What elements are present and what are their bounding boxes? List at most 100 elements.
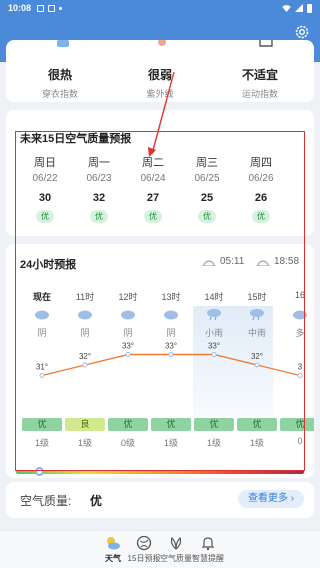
air-day-item[interactable]: 周三 06/25 25 优 [185,154,229,224]
battery-icon [307,3,312,13]
index-uv[interactable]: 很弱 紫外线 [110,66,210,100]
hour-wind-level: 1级 [77,438,92,448]
hour-time: 12时 [118,292,138,302]
hour-time: 13时 [161,292,181,302]
hour-time: 现在 [32,292,51,302]
temperature-point [39,373,45,378]
temperature-label: 3 [298,363,303,372]
aqi-scale-bar [16,470,304,474]
see-more-button[interactable]: 查看更多 › [238,490,304,508]
cloud-icon [293,310,307,320]
hour-wind-level: 0 [297,436,303,446]
air-day-aqi: 25 [200,192,214,204]
sport-icon [259,40,273,47]
wifi-icon [282,4,291,12]
rain-icon [207,309,221,320]
index-sport-value: 不适宜 [241,68,278,82]
air-day-item[interactable]: 周二 06/24 27 优 [131,154,175,224]
hour-time: 14时 [204,292,224,302]
air-quality-label: 空气质量: [20,494,72,508]
hour-column: 12时 阴 优 0级 [108,290,148,448]
index-uv-value: 很弱 [147,68,172,82]
air-day-aqi: 32 [92,192,106,204]
settings-gear-icon[interactable] [294,24,310,40]
hour-aq-badge: 优 [237,418,277,431]
bottom-navigation: 天气 15日预报 空气质量 智慧提醒 [0,530,320,568]
air-day-date: 06/25 [194,173,220,184]
air-day-level-badge: 优 [36,210,54,223]
hour-condition: 阴 [37,328,47,338]
hour-wind-level: 1级 [163,438,178,448]
air-day-weekday: 周一 [88,157,110,169]
hour-wind-level: 1级 [34,438,49,448]
hour-time: 11时 [75,292,95,302]
sunset-icon [256,260,270,266]
air-day-level-badge: 优 [198,210,216,223]
cloud-icon [121,310,135,320]
hour-column: 16 多 优 0 [280,290,314,446]
sun-icon [158,40,166,46]
air-day-date: 06/23 [86,173,112,184]
hour-aq-badge: 优 [151,418,191,431]
weather-screen: 10:08 很热 穿衣指数 很弱 紫外线 不适宜 运动指数 未来15日空气质量预… [0,0,320,568]
index-sport-label: 运动指数 [241,89,278,99]
notification-dot-icon [59,6,63,10]
hour-aq-badge: 优 [194,418,234,431]
hourly-forecast-card[interactable]: 24小时预报 05:11 18:58 现在 阴 优 1级 11时 阴 良 1级 … [6,244,314,478]
air-day-date: 06/24 [140,173,166,184]
hour-condition: 多 [295,328,305,338]
index-sport[interactable]: 不适宜 运动指数 [210,66,310,100]
life-index-card: 很热 穿衣指数 很弱 紫外线 不适宜 运动指数 [6,40,314,102]
air-day-aqi: 30 [38,192,52,204]
hour-condition: 阴 [123,328,133,338]
sunrise: 05:11 [202,256,244,267]
temperature-label: 33° [122,342,134,351]
cloud-icon [78,310,92,320]
air-day-weekday: 周二 [142,157,164,169]
air-quality-value: 优 [90,494,103,508]
hour-aq-badge: 优 [108,418,148,431]
status-bar: 10:08 [0,0,320,16]
gallery-icon [37,4,45,12]
index-clothing-value: 很热 [47,68,72,82]
air-day-item[interactable]: 周一 06/23 32 优 [77,154,121,224]
hour-condition: 阴 [166,328,176,338]
hour-condition: 中雨 [247,328,266,338]
temperature-label: 33° [165,342,177,351]
air-quality-row: 空气质量: 优 查看更多 › [6,482,314,518]
hour-condition: 小雨 [204,328,223,338]
status-time: 10:08 [8,3,32,13]
hour-column: 11时 阴 良 1级 [65,290,105,448]
air-day-weekday: 周日 [34,157,56,169]
air-day-level-badge: 优 [144,210,162,223]
temperature-label: 31° [36,363,48,372]
nav-smart-reminder-label: 智慧提醒 [192,554,224,563]
hour-aq-badge: 优 [22,418,62,431]
sunrise-icon [202,260,216,266]
air-day-aqi: 26 [254,192,268,204]
nav-smart-reminder[interactable]: 智慧提醒 [178,535,238,564]
temperature-point [297,373,303,378]
index-uv-label: 紫外线 [146,89,174,99]
hour-wind-level: 0级 [120,438,135,448]
hour-condition: 阴 [80,328,90,338]
index-clothing-label: 穿衣指数 [41,89,78,99]
sunset: 18:58 [256,256,299,267]
image-icon [48,4,56,12]
temperature-point [168,352,174,357]
index-clothing[interactable]: 很热 穿衣指数 [10,66,110,100]
air-day-item[interactable]: 周四 06/26 26 优 [239,154,283,224]
air-day-weekday: 周三 [196,157,218,169]
shirt-icon [57,40,69,47]
temperature-point [82,362,88,368]
hour-column: 现在 阴 优 1级 [22,290,62,448]
air-day-item[interactable]: 周日 06/22 30 优 [23,154,67,224]
hour-aq-badge: 优 [280,418,314,431]
air-day-date: 06/22 [32,173,58,184]
hour-wind-level: 1级 [249,438,264,448]
air-forecast-title: 未来15日空气质量预报 [20,133,132,145]
air-day-level-badge: 优 [252,210,270,223]
air-day-level-badge: 优 [90,210,108,223]
rain-icon [250,309,264,320]
hour-wind-level: 1级 [206,438,221,448]
